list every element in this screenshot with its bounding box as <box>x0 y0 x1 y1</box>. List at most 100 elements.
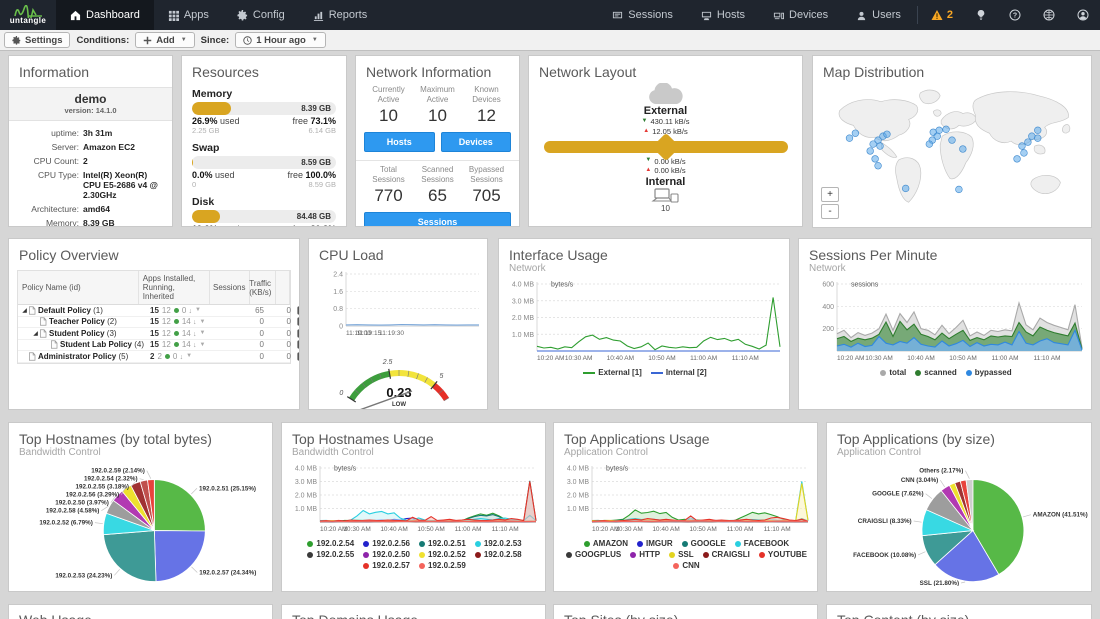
map-location-dot[interactable] <box>926 141 933 148</box>
running-dot-icon <box>174 342 179 347</box>
map-location-dot[interactable] <box>1034 127 1041 134</box>
chevron-down-icon[interactable]: ▼ <box>186 353 192 359</box>
legend-item[interactable]: GOOGLE <box>682 539 726 549</box>
legend-item[interactable]: AMAZON <box>584 539 628 549</box>
legend-item[interactable]: CRAIGSLI <box>703 550 750 560</box>
legend-item[interactable]: 192.0.2.51 <box>419 539 466 549</box>
legend-item[interactable]: FACEBOOK <box>735 539 789 549</box>
chevron-down-icon[interactable]: ▼ <box>199 342 205 348</box>
policy-row[interactable]: Administrator Policy (5)220 ↓▼00 <box>18 351 290 363</box>
map-location-dot[interactable] <box>943 126 950 133</box>
policy-row[interactable]: Student Lab Policy (4)151214 ↓▼00 <box>18 340 290 352</box>
stat-value: 65 <box>413 186 462 206</box>
policy-row[interactable]: ◢Student Policy (3)151214 ↓▼00 <box>18 328 290 340</box>
devices-button[interactable]: Devices <box>441 132 512 152</box>
pie-label: SSL (21.80%) <box>920 580 959 586</box>
nav-item-users[interactable]: Users <box>842 0 915 30</box>
map-location-dot[interactable] <box>852 130 859 137</box>
column-header[interactable]: Policy Name (id) <box>18 271 139 304</box>
column-header[interactable]: Sessions <box>210 271 250 304</box>
svg-text:600: 600 <box>822 282 834 289</box>
globe-button[interactable] <box>1032 0 1066 30</box>
map-location-dot[interactable] <box>1019 143 1026 150</box>
legend-item[interactable]: GOOGPLUS <box>566 550 621 560</box>
legend-item[interactable]: scanned <box>915 368 956 378</box>
chevron-down-icon[interactable]: ▼ <box>195 307 201 313</box>
tree-expander-icon[interactable]: ◢ <box>21 307 28 314</box>
nav-item-dashboard[interactable]: Dashboard <box>56 0 154 30</box>
map-location-dot[interactable] <box>1025 139 1032 146</box>
legend-item[interactable]: IMGUR <box>637 539 673 549</box>
legend-item[interactable]: bypassed <box>966 368 1012 378</box>
map-location-dot[interactable] <box>877 143 884 150</box>
nav-item-sessions[interactable]: Sessions <box>598 0 687 30</box>
conditions-label: Conditions: <box>76 35 129 46</box>
open-report-icon[interactable] <box>297 329 301 338</box>
legend-item[interactable]: 192.0.2.59 <box>419 561 466 571</box>
untangle-logo[interactable]: untangle <box>0 0 56 30</box>
legend-item[interactable]: 192.0.2.56 <box>363 539 410 549</box>
legend-item[interactable]: 192.0.2.50 <box>363 550 410 560</box>
legend-item[interactable]: total <box>880 368 906 378</box>
map-location-dot[interactable] <box>959 146 966 153</box>
legend-item[interactable]: 192.0.2.54 <box>307 539 354 549</box>
legend-item[interactable]: External [1] <box>583 368 642 378</box>
nav-item-reports[interactable]: Reports <box>299 0 382 30</box>
map-location-dot[interactable] <box>1014 156 1021 163</box>
map-location-dot[interactable] <box>956 186 963 193</box>
map-location-dot[interactable] <box>884 131 891 138</box>
account-button[interactable] <box>1066 0 1100 30</box>
chevron-down-icon[interactable]: ▼ <box>199 319 205 325</box>
chevron-down-icon[interactable]: ▼ <box>199 330 205 336</box>
zoom-out-button[interactable]: - <box>821 204 839 219</box>
interface-bar[interactable] <box>544 141 788 153</box>
nav-item-apps[interactable]: Apps <box>154 0 223 30</box>
map-location-dot[interactable] <box>875 162 882 169</box>
alerts-button[interactable]: 2 <box>920 0 964 30</box>
tree-expander-icon[interactable]: ◢ <box>32 330 39 337</box>
open-report-icon[interactable] <box>297 317 301 326</box>
pie-slice[interactable] <box>154 531 205 582</box>
legend-item[interactable]: Internal [2] <box>651 368 707 378</box>
map-location-dot[interactable] <box>949 137 956 144</box>
policy-row[interactable]: ◢Default Policy (1)15120 ↓▼650 <box>18 305 290 317</box>
map-location-dot[interactable] <box>1034 135 1041 142</box>
help-button[interactable]: ? <box>998 0 1032 30</box>
map-location-dot[interactable] <box>1021 150 1028 157</box>
column-header[interactable]: Traffic (KB/s) <box>250 271 276 304</box>
legend-item[interactable]: 192.0.2.53 <box>475 539 522 549</box>
map-location-dot[interactable] <box>936 127 943 134</box>
open-report-icon[interactable] <box>297 340 301 349</box>
add-condition-button[interactable]: Add ▼ <box>135 32 194 48</box>
sessions-button[interactable]: Sessions <box>364 212 511 227</box>
nav-item-hosts[interactable]: Hosts <box>687 0 759 30</box>
legend-item[interactable]: CNN <box>673 561 699 571</box>
svg-text:0: 0 <box>339 390 343 397</box>
legend-item[interactable]: HTTP <box>630 550 660 560</box>
settings-button[interactable]: Settings <box>4 32 70 48</box>
hosts-button[interactable]: Hosts <box>364 132 435 152</box>
map-location-dot[interactable] <box>846 135 853 142</box>
running-dot-icon <box>174 319 179 324</box>
legend-dot-icon <box>419 563 425 569</box>
legend-item[interactable]: 192.0.2.52 <box>419 550 466 560</box>
since-dropdown[interactable]: 1 Hour ago ▼ <box>235 32 326 48</box>
open-report-icon[interactable] <box>297 306 301 315</box>
zoom-in-button[interactable]: + <box>821 187 839 202</box>
pie-slice[interactable] <box>154 480 205 531</box>
policy-row[interactable]: Teacher Policy (2)151214 ↓▼00 <box>18 317 290 329</box>
legend-item[interactable]: 192.0.2.55 <box>307 550 354 560</box>
map-location-dot[interactable] <box>867 148 874 155</box>
map-location-dot[interactable] <box>902 185 909 192</box>
legend-item[interactable]: YOUTUBE <box>759 550 807 560</box>
legend-item[interactable]: 192.0.2.58 <box>475 550 522 560</box>
legend-item[interactable]: SSL <box>669 550 694 560</box>
map-location-dot[interactable] <box>872 156 879 163</box>
legend-item[interactable]: 192.0.2.57 <box>363 561 410 571</box>
world-map[interactable] <box>820 81 1084 219</box>
nav-item-config[interactable]: Config <box>223 0 299 30</box>
nav-item-devices[interactable]: Devices <box>759 0 842 30</box>
bulb-button[interactable] <box>964 0 998 30</box>
column-header[interactable]: Apps Installed, Running, Inherited <box>139 271 211 304</box>
open-report-icon[interactable] <box>297 352 301 361</box>
